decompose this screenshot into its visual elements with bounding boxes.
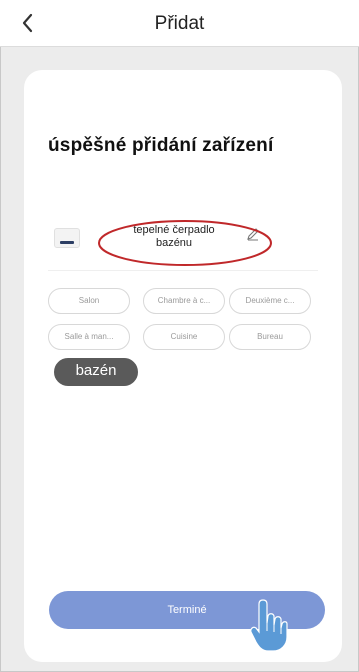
highlight-ellipse (98, 220, 272, 266)
device-image (54, 228, 80, 248)
room-chip-bazen-selected[interactable]: bazén (54, 358, 138, 386)
page-title: Přidat (154, 13, 205, 34)
room-chip-cuisine[interactable]: Cuisine (143, 324, 225, 350)
top-bar: Přidat (0, 0, 359, 47)
room-chip-salle[interactable]: Salle à man... (48, 324, 130, 350)
room-chip-deuxieme[interactable]: Deuxième c... (229, 288, 311, 314)
room-chip-chambre[interactable]: Chambre à c... (143, 288, 225, 314)
room-chip-salon[interactable]: Salon (48, 288, 130, 314)
room-chip-bureau[interactable]: Bureau (229, 324, 311, 350)
pointer-hand-icon (250, 599, 288, 652)
success-message: úspěšné přidání zařízení (48, 135, 274, 156)
content-card: úspěšné přidání zařízení tepelné čerpadl… (24, 70, 342, 662)
